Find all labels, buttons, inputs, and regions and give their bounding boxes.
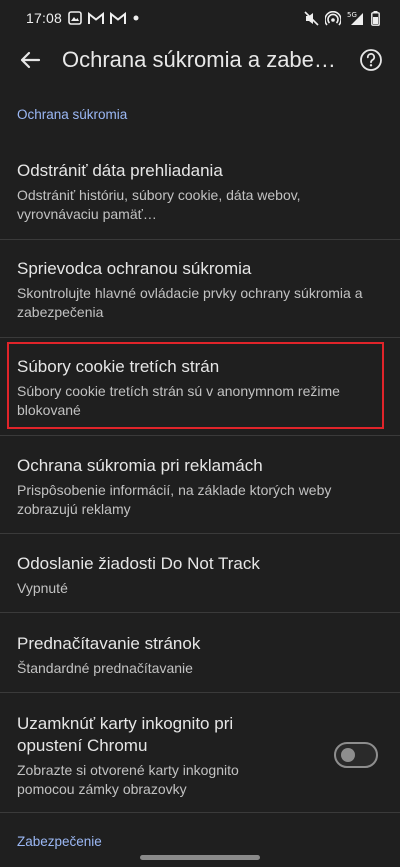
item-subtitle: Skontrolujte hlavné ovládacie prvky ochr… bbox=[17, 285, 363, 320]
hotspot-icon bbox=[325, 10, 341, 26]
divider bbox=[0, 533, 400, 534]
list-item-preload-pages[interactable]: Prednačítavanie stránok Štandardné predn… bbox=[0, 633, 400, 678]
item-title: Sprievodca ochranou súkromia bbox=[17, 259, 252, 278]
gmail-icon bbox=[88, 11, 105, 25]
mute-icon bbox=[304, 10, 319, 26]
divider bbox=[0, 812, 400, 813]
item-title: Súbory cookie tretích strán bbox=[17, 357, 220, 376]
list-item-do-not-track[interactable]: Odoslanie žiadosti Do Not Track Vypnuté bbox=[0, 553, 400, 598]
divider bbox=[0, 239, 400, 240]
item-title: Odstrániť dáta prehliadania bbox=[17, 161, 223, 180]
item-title: Prednačítavanie stránok bbox=[17, 634, 201, 653]
item-subtitle: Odstrániť históriu, súbory cookie, dáta … bbox=[17, 187, 301, 222]
gesture-nav-handle[interactable] bbox=[140, 855, 260, 860]
gmail-icon-2 bbox=[110, 11, 127, 25]
item-title: Ochrana súkromia pri reklamách bbox=[17, 456, 263, 475]
item-title: Uzamknúť karty inkognito pri opustení Ch… bbox=[17, 714, 234, 755]
divider bbox=[0, 692, 400, 693]
item-subtitle: Zobrazte si otvorené karty inkognito pom… bbox=[17, 762, 239, 797]
signal-label: 5G bbox=[347, 11, 357, 19]
list-item-third-party-cookies[interactable]: Súbory cookie tretích strán Súbory cooki… bbox=[0, 356, 400, 420]
list-item-clear-browsing-data[interactable]: Odstrániť dáta prehliadania Odstrániť hi… bbox=[0, 160, 400, 224]
item-subtitle: Prispôsobenie informácií, na základe kto… bbox=[17, 482, 332, 517]
help-button[interactable] bbox=[356, 45, 386, 75]
battery-icon bbox=[371, 10, 380, 26]
divider bbox=[0, 612, 400, 613]
list-item-ad-privacy[interactable]: Ochrana súkromia pri reklamách Prispôsob… bbox=[0, 455, 400, 519]
app-bar: Ochrana súkromia a zabezpečenie bbox=[0, 36, 400, 84]
status-right: 5G bbox=[304, 10, 380, 26]
item-subtitle: Štandardné prednačítavanie bbox=[17, 660, 193, 676]
back-button[interactable] bbox=[14, 44, 46, 76]
status-time: 17:08 bbox=[26, 10, 63, 26]
mobile-signal-icon: 5G bbox=[347, 10, 365, 26]
list-item-privacy-guide[interactable]: Sprievodca ochranou súkromia Skontrolujt… bbox=[0, 258, 400, 322]
help-circle-icon bbox=[360, 49, 382, 71]
toggle-knob bbox=[341, 748, 355, 762]
status-left: 17:08 bbox=[26, 10, 140, 26]
item-subtitle: Súbory cookie tretích strán sú v anonymn… bbox=[17, 383, 340, 418]
image-notification-icon bbox=[68, 11, 82, 25]
arrow-left-icon bbox=[20, 51, 41, 69]
section-header-privacy: Ochrana súkromia bbox=[17, 107, 128, 122]
divider bbox=[0, 435, 400, 436]
item-title: Odoslanie žiadosti Do Not Track bbox=[17, 554, 260, 573]
more-notifications-dot-icon bbox=[132, 14, 140, 22]
lock-incognito-toggle[interactable] bbox=[334, 742, 378, 768]
page-title: Ochrana súkromia a zabezpečenie bbox=[62, 47, 346, 72]
item-subtitle: Vypnuté bbox=[17, 580, 68, 596]
divider bbox=[0, 337, 400, 338]
section-header-security: Zabezpečenie bbox=[17, 834, 102, 849]
status-bar: 17:08 5G bbox=[0, 0, 400, 36]
